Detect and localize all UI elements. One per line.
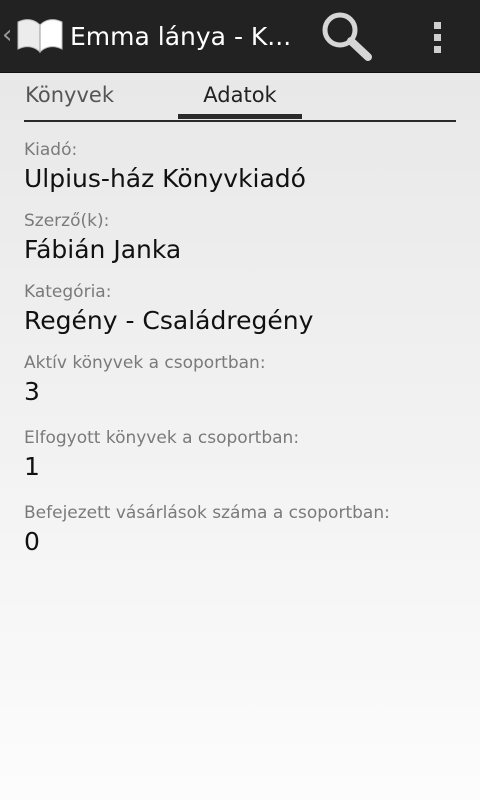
sold-out-books-value: 1: [24, 452, 40, 481]
overflow-menu-button[interactable]: [418, 10, 458, 62]
search-icon: [322, 12, 372, 61]
details-list: Kiadó: Ulpius-ház Könyvkiadó Szerző(k): …: [24, 138, 464, 576]
overflow-dot: [434, 46, 441, 53]
publisher-value: Ulpius-ház Könyvkiadó: [24, 164, 306, 193]
sold-out-books-label: Elfogyott könyvek a csoportban:: [24, 428, 300, 448]
overflow-dot: [434, 34, 441, 41]
tab-label: Könyvek: [25, 83, 114, 107]
page-title: Emma lánya - K...: [70, 22, 292, 51]
category-value: Regény - Családregény: [24, 306, 314, 335]
tab-selected-indicator: [178, 114, 302, 119]
completed-purchases-label: Befejezett vásárlások száma a csoportban…: [24, 503, 390, 523]
publisher-label: Kiadó:: [24, 140, 78, 160]
category-label: Kategória:: [24, 282, 112, 302]
tab-adatok[interactable]: Adatok: [178, 80, 302, 110]
completed-purchases-value: 0: [24, 527, 40, 556]
tab-bar: Könyvek Adatok: [24, 72, 456, 122]
active-books-label: Aktív könyvek a csoportban:: [24, 353, 266, 373]
overflow-dot: [434, 22, 441, 29]
search-button[interactable]: [318, 8, 378, 64]
author-value: Fábián Janka: [24, 235, 182, 264]
active-books-value: 3: [24, 377, 40, 406]
open-book-icon: [17, 19, 63, 54]
action-bar: ‹ Emma lánya - K...: [0, 0, 480, 73]
up-button[interactable]: ‹: [0, 0, 66, 72]
chevron-left-icon: ‹: [2, 20, 13, 50]
tab-konyvek[interactable]: Könyvek: [24, 80, 114, 110]
author-label: Szerző(k):: [24, 211, 110, 231]
